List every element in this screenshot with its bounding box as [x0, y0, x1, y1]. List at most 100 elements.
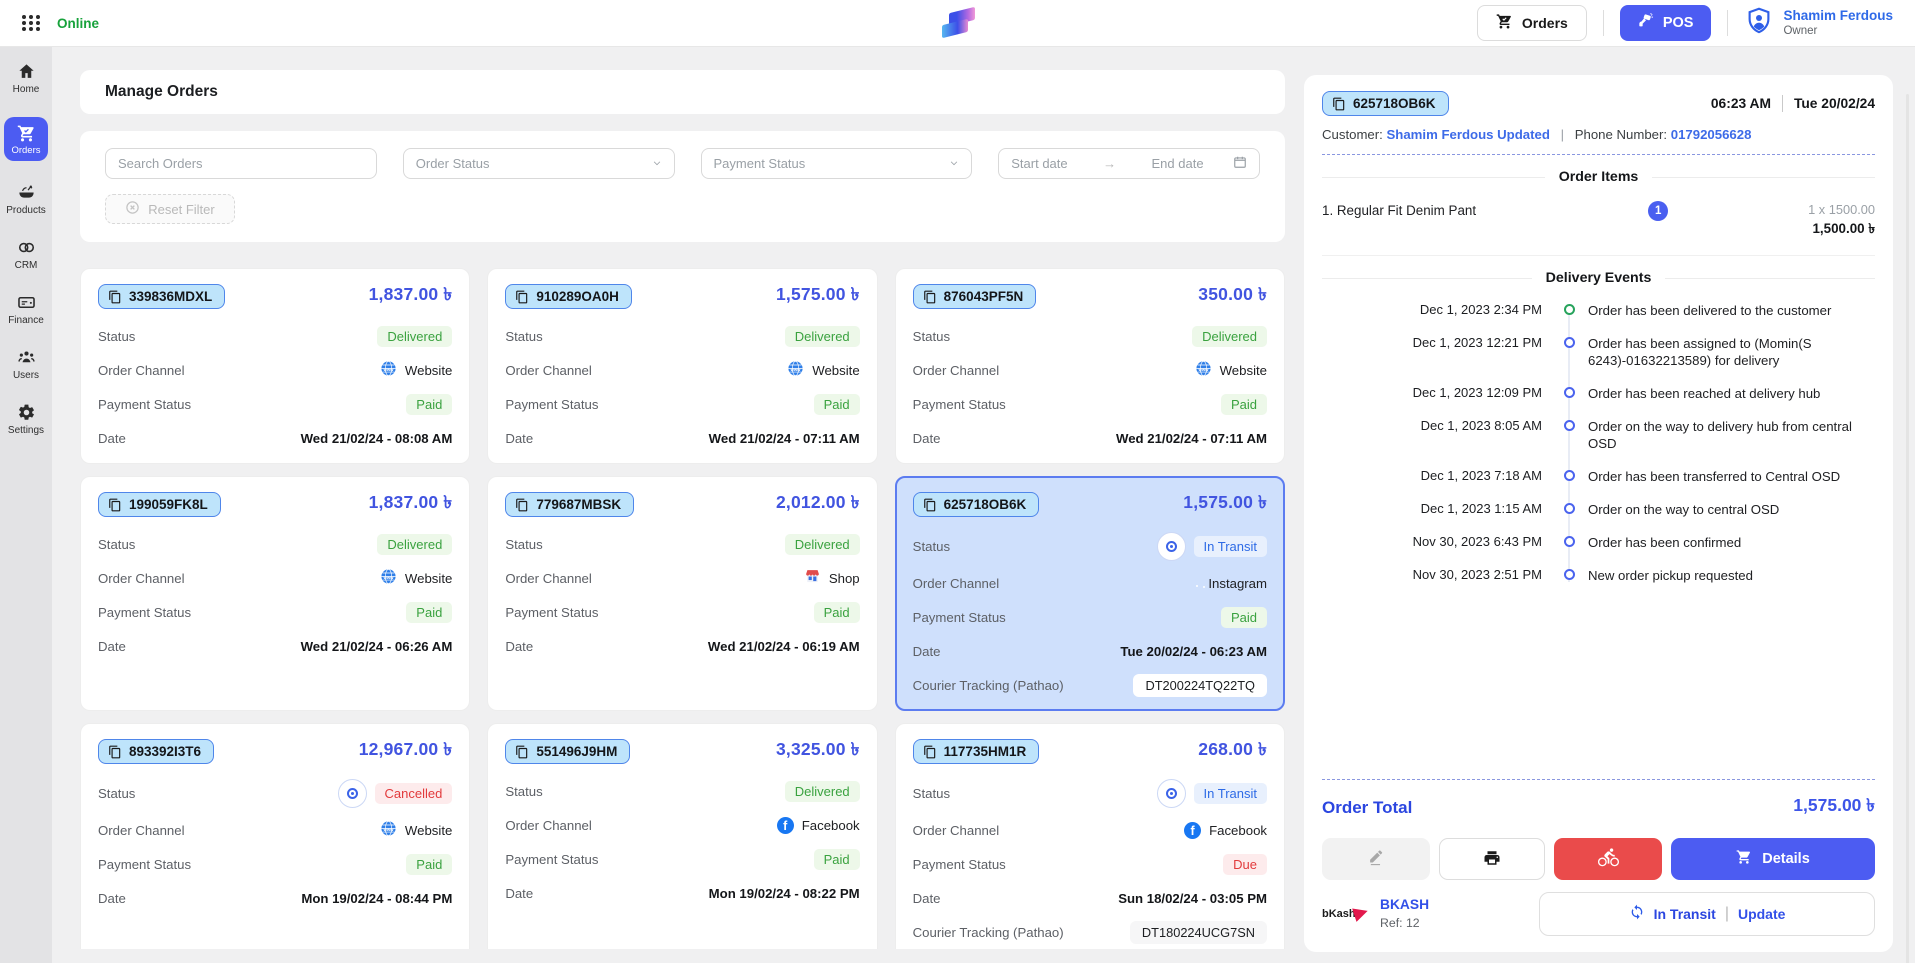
- svg-text:www: www: [382, 827, 394, 832]
- order-card[interactable]: 199059FK8L 1,837.00 ৳ Status Delivered Order…: [80, 476, 471, 711]
- copy-icon[interactable]: [923, 498, 937, 512]
- cart-icon: [1736, 849, 1752, 869]
- crm-icon: [17, 238, 36, 257]
- details-button[interactable]: Details: [1671, 838, 1875, 880]
- orders-button[interactable]: Orders: [1476, 5, 1587, 41]
- order-id-badge[interactable]: 199059FK8L: [98, 492, 221, 517]
- filter-bar: Order Status Payment Status Start date →…: [80, 131, 1285, 242]
- channel-name: Facebook: [801, 817, 860, 833]
- tracking-code[interactable]: DT200224TQ22TQ: [1133, 673, 1267, 697]
- reset-filter-button[interactable]: Reset Filter: [105, 194, 235, 224]
- date-range-picker[interactable]: Start date → End date: [998, 148, 1260, 179]
- sidebar-item-settings[interactable]: Settings: [2, 403, 50, 436]
- search-orders-input[interactable]: [118, 156, 364, 171]
- order-id-badge[interactable]: 910289OA0H: [505, 284, 632, 309]
- apps-grid-icon[interactable]: [22, 15, 41, 31]
- detail-order-id-badge[interactable]: 625718OB6K: [1322, 91, 1449, 116]
- order-amount: 1,837.00 ৳: [368, 284, 453, 304]
- order-card[interactable]: 339836MDXL 1,837.00 ৳ Status Delivered Order…: [80, 268, 471, 464]
- sidebar-item-users[interactable]: Users: [2, 348, 50, 381]
- order-id-badge[interactable]: 339836MDXL: [98, 284, 226, 309]
- event-time: Dec 1, 2023 8:05 AM: [1420, 418, 1542, 433]
- edit-order-button[interactable]: [1322, 838, 1430, 880]
- copy-icon[interactable]: [108, 498, 122, 512]
- panel-scrollbar[interactable]: [1906, 94, 1909, 963]
- sidebar: Home Orders Products CRM Finance Users Setting…: [0, 47, 52, 963]
- online-status: Online: [57, 15, 100, 31]
- order-id-badge[interactable]: 625718OB6K: [912, 492, 1040, 517]
- delivery-status-update[interactable]: In Transit | Update: [1539, 892, 1875, 936]
- customer-name-link[interactable]: Shamim Ferdous Updated: [1387, 127, 1550, 142]
- copy-icon[interactable]: [108, 745, 122, 759]
- order-card[interactable]: 551496J9HM 3,325.00 ৳ Status Delivered Order…: [487, 723, 878, 949]
- event-time: Dec 1, 2023 2:34 PM: [1419, 302, 1542, 317]
- order-amount: 2,012.00 ৳: [775, 492, 860, 512]
- order-card[interactable]: 625718OB6K 1,575.00 ৳ Status In Transit Orde…: [894, 476, 1285, 711]
- update-link[interactable]: Update: [1738, 906, 1785, 922]
- sidebar-item-finance[interactable]: Finance: [2, 293, 50, 326]
- delivery-event: Dec 1, 2023 8:05 AM Order on the way to d…: [1322, 418, 1875, 452]
- pos-button[interactable]: POS: [1619, 5, 1712, 41]
- payment-method-name: BKASH: [1380, 897, 1430, 913]
- delivery-event: Dec 1, 2023 7:18 AM Order has been transf…: [1322, 468, 1875, 485]
- globe-icon: www: [380, 568, 397, 588]
- delivery-event: Dec 1, 2023 12:09 PM Order has been reach…: [1322, 385, 1875, 402]
- sidebar-item-orders[interactable]: Orders: [4, 117, 48, 161]
- sidebar-item-crm[interactable]: CRM: [2, 238, 50, 271]
- event-text: Order has been reached at delivery hub: [1588, 386, 1821, 401]
- order-date: Mon 19/02/24 - 08:22 PM: [708, 885, 860, 901]
- order-date: Wed 21/02/24 - 07:11 AM: [1116, 430, 1267, 446]
- delivery-event: Dec 1, 2023 2:34 PM Order has been delive…: [1322, 302, 1875, 319]
- order-date: Sun 18/02/24 - 03:05 PM: [1118, 890, 1267, 906]
- rider-bike-icon: [1597, 847, 1619, 871]
- copy-icon[interactable]: [515, 498, 529, 512]
- channel-name: Website: [404, 822, 453, 838]
- order-detail-panel: 625718OB6K 06:23 AM Tue 20/02/24 Custome…: [1304, 75, 1893, 952]
- delivery-event: Nov 30, 2023 6:43 PM Order has been confi…: [1322, 534, 1875, 551]
- phone-number-link[interactable]: 01792056628: [1671, 127, 1752, 142]
- courier-rider-button[interactable]: [1554, 838, 1662, 880]
- order-amount: 350.00 ৳: [1198, 284, 1267, 304]
- user-menu[interactable]: Shamim Ferdous Owner: [1744, 6, 1893, 41]
- order-card[interactable]: 910289OA0H 1,575.00 ৳ Status Delivered Order…: [487, 268, 878, 464]
- copy-icon[interactable]: [108, 290, 122, 304]
- order-id-badge[interactable]: 893392I3T6: [98, 739, 215, 764]
- order-card[interactable]: 893392I3T6 12,967.00 ৳ Status Cancelled Orde…: [80, 723, 471, 949]
- order-card[interactable]: 876043PF5N 350.00 ৳ Status Delivered Order C…: [894, 268, 1285, 464]
- status-badge: Delivered: [377, 533, 453, 555]
- event-text: Order has been assigned to (Momin(S 6243…: [1588, 336, 1812, 368]
- order-id-badge[interactable]: 779687MBSK: [505, 492, 635, 517]
- event-text: Order on the way to central OSD: [1588, 502, 1780, 517]
- sidebar-item-home[interactable]: Home: [2, 62, 50, 95]
- user-name: Shamim Ferdous: [1783, 8, 1893, 24]
- delivery-event: Dec 1, 2023 12:21 PM Order has been assig…: [1322, 335, 1875, 369]
- timeline-dot-icon: [1563, 536, 1575, 547]
- page-title: Manage Orders: [105, 83, 218, 100]
- channel-name: Website: [404, 362, 453, 378]
- order-card[interactable]: 779687MBSK 2,012.00 ৳ Status Delivered Order…: [487, 476, 878, 711]
- globe-icon: www: [1195, 360, 1212, 380]
- copy-icon[interactable]: [515, 290, 529, 304]
- order-id-badge[interactable]: 551496J9HM: [505, 739, 631, 764]
- print-button[interactable]: [1439, 838, 1545, 880]
- order-id-badge[interactable]: 117735HM1R: [912, 739, 1040, 764]
- copy-icon[interactable]: [923, 290, 937, 304]
- copy-icon[interactable]: [515, 745, 529, 759]
- payment-status-select[interactable]: Payment Status: [700, 148, 973, 179]
- order-amount: 1,837.00 ৳: [368, 492, 453, 512]
- order-card[interactable]: 117735HM1R 268.00 ৳ Status In Transit Order …: [894, 723, 1285, 949]
- order-date: Wed 21/02/24 - 06:26 AM: [300, 638, 453, 654]
- printer-icon: [1483, 849, 1501, 870]
- channel-name: Website: [812, 362, 860, 378]
- order-status-select[interactable]: Order Status: [402, 148, 675, 179]
- payment-badge: Paid: [406, 601, 453, 623]
- divider: [1781, 95, 1783, 112]
- order-item-row: 1. Regular Fit Denim Pant 1 1 x 1500.00 1,5…: [1322, 191, 1875, 256]
- order-id-badge[interactable]: 876043PF5N: [912, 284, 1037, 309]
- sidebar-item-products[interactable]: Products: [2, 183, 50, 216]
- tracking-code[interactable]: DT180224UCG7SN: [1129, 920, 1267, 944]
- order-amount: 3,325.00 ৳: [775, 739, 860, 759]
- copy-icon[interactable]: [923, 745, 937, 759]
- dashed-divider: [1322, 154, 1875, 155]
- event-text: Order has been transferred to Central OS…: [1588, 469, 1841, 484]
